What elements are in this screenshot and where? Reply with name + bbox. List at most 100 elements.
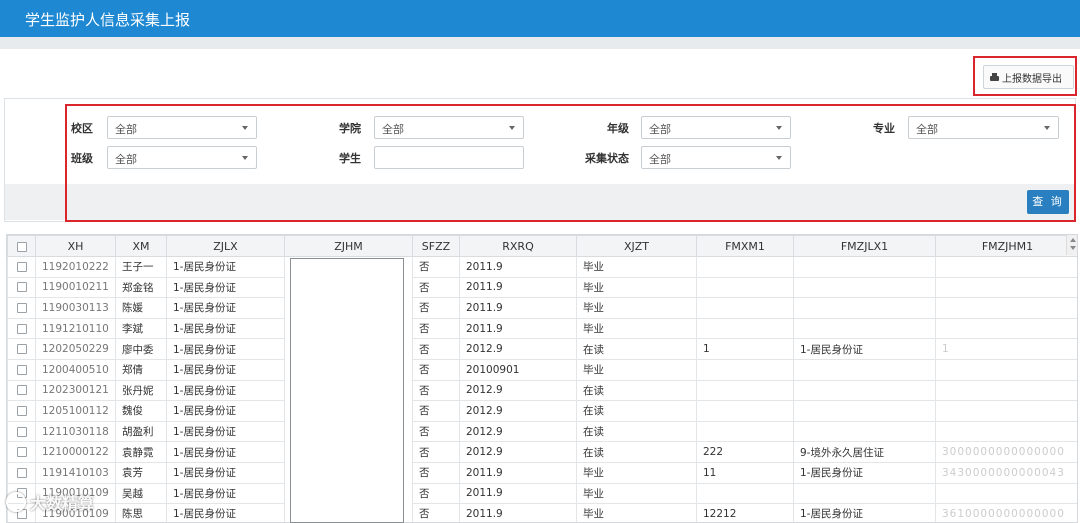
data-grid: XH XM ZJLX ZJHM SFZZ RXRQ XJZT FMXM1 FMZ… [6,234,1078,523]
table-row[interactable]: 1190010211 郑金铭 1-居民身份证 否 2011.9 毕业 [7,276,1077,299]
cell-xjzt: 毕业 [576,256,697,278]
cell-fmxm1: 12212 [696,503,794,522]
row-checkbox[interactable] [7,297,36,319]
student-input[interactable] [374,146,524,169]
cell-xh: 1190010211 [35,276,116,299]
class-select-value: 全部 [115,153,137,166]
cell-xh: 1210000122 [35,441,116,463]
column-header[interactable]: FMZJLX1 [793,235,936,257]
column-header[interactable]: FMXM1 [696,235,794,257]
cell-fmzjlx1: 1-居民身份证 [793,338,936,360]
export-button[interactable]: 上报数据导出 [983,65,1074,89]
cell-xjzt: 在读 [576,400,697,422]
table-row[interactable]: 1191210110 李斌 1-居民身份证 否 2011.9 毕业 [7,317,1077,340]
cell-zjlx: 1-居民身份证 [166,297,285,319]
cell-xm: 廖中委 [115,338,167,360]
major-label: 专业 [873,122,895,135]
table-row[interactable]: 1191410103 袁芳 1-居民身份证否 2011.9 毕业 11 1-居民身份证 343… [7,461,1077,484]
cell-fmzjhm1 [935,482,1077,505]
cell-fmzjhm1: 3610000000000000 [935,503,1077,522]
grade-select-value: 全部 [649,123,671,136]
column-header[interactable]: XH [35,235,116,257]
college-select[interactable]: 全部 [374,116,524,139]
cell-sfzz: 否 [412,461,460,484]
column-header[interactable]: RXRQ [459,235,577,257]
chevron-down-icon [776,126,782,130]
table-row[interactable]: 1190010109 陈思 1-居民身份证否 2011.9 毕业 12212 1-居民身份证… [7,503,1077,522]
column-header[interactable]: XM [115,235,167,257]
cell-xm: 郑金铭 [115,276,167,299]
cell-fmzjlx1: 9-境外永久居住证 [793,441,936,463]
select-all-checkbox[interactable] [7,235,36,257]
major-select[interactable]: 全部 [908,116,1059,139]
cell-xjzt: 毕业 [576,317,697,340]
row-checkbox[interactable] [7,338,36,360]
table-row[interactable]: 1205100112 魏俊 1-居民身份证 否 2012.9 在读 [7,400,1077,422]
status-select[interactable]: 全部 [641,146,791,169]
cell-fmxm1 [696,420,794,443]
cell-xjzt: 在读 [576,379,697,402]
table-row[interactable]: 1192010222 王子一 1-居民身份证 否 2011.9 毕业 [7,256,1077,278]
class-label: 班级 [71,152,93,165]
cell-xh: 1192010222 [35,256,116,278]
cell-xjzt: 毕业 [576,503,697,522]
column-header[interactable]: SFZZ [412,235,460,257]
cell-fmzjhm1 [935,379,1077,402]
table-row[interactable]: 1210000122 袁静霓 1-居民身份证 否 2012.9 在读 222 9-境外永久居住… [7,441,1077,463]
chevron-down-icon [242,126,248,130]
row-checkbox[interactable] [7,256,36,278]
row-checkbox[interactable] [7,379,36,402]
cell-zjlx: 1-居民身份证 [166,503,285,522]
table-row[interactable]: 1190010109 吴越 1-居民身份证否 2011.9 毕业 [7,482,1077,505]
scroll-down-icon[interactable] [1070,246,1076,250]
cell-sfzz: 否 [412,379,460,402]
cell-zjlx: 1-居民身份证 [166,338,285,360]
table-row[interactable]: 1200400510 郑倩 1-居民身份证 否 20100901 毕业 [7,358,1077,381]
table-row[interactable]: 1211030118 胡盈利 1-居民身份证 否 2012.9 在读 [7,420,1077,443]
row-checkbox[interactable] [7,420,36,443]
cell-rxrq: 2012.9 [459,441,577,463]
cell-sfzz: 否 [412,441,460,463]
page-title: 学生监护人信息采集上报 [25,11,191,29]
table-row[interactable]: 1190030113 陈媛 1-居民身份证 否 2011.9 毕业 [7,297,1077,319]
cell-fmxm1 [696,276,794,299]
campus-label: 校区 [71,122,93,135]
table-row[interactable]: 1202050229 廖中委 1-居民身份证否 2012.9 在读 1 1-居民身份证 1 [7,338,1077,360]
cell-xm: 吴越 [115,482,167,505]
column-header[interactable]: ZJHM [284,235,413,257]
grade-select[interactable]: 全部 [641,116,791,139]
row-checkbox[interactable] [7,276,36,299]
row-checkbox[interactable] [7,358,36,381]
cell-fmzjlx1 [793,482,936,505]
row-checkbox[interactable] [7,441,36,463]
cell-zjlx: 1-居民身份证 [166,358,285,381]
cell-xm: 郑倩 [115,358,167,381]
cell-rxrq: 2011.9 [459,297,577,319]
cell-xm: 胡盈利 [115,420,167,443]
header-divider [0,37,1080,49]
cell-fmxm1 [696,358,794,381]
class-select[interactable]: 全部 [107,146,257,169]
column-header[interactable]: XJZT [576,235,697,257]
watermark: 大数精算 [6,490,94,514]
cell-zjlx: 1-居民身份证 [166,482,285,505]
cell-zjlx: 1-居民身份证 [166,420,285,443]
row-checkbox[interactable] [7,461,36,484]
scroll-up-icon[interactable] [1070,238,1076,242]
cell-xm: 袁芳 [115,461,167,484]
cell-fmxm1: 1 [696,338,794,360]
cell-sfzz: 否 [412,338,460,360]
header-bar: 学生监护人信息采集上报 [0,0,1080,37]
chevron-down-icon [1044,126,1050,130]
column-header[interactable]: FMZJHM1 [935,235,1077,257]
cell-zjlx: 1-居民身份证 [166,276,285,299]
query-button[interactable]: 查 询 [1027,190,1069,214]
campus-select[interactable]: 全部 [107,116,257,139]
cell-xm: 张丹妮 [115,379,167,402]
column-header[interactable]: ZJLX [166,235,285,257]
row-checkbox[interactable] [7,400,36,422]
cell-fmxm1 [696,317,794,340]
table-row[interactable]: 1202300121 张丹妮 1-居民身份证 否 2012.9 在读 [7,379,1077,402]
row-checkbox[interactable] [7,317,36,340]
table-scrollbar[interactable] [1066,235,1077,255]
